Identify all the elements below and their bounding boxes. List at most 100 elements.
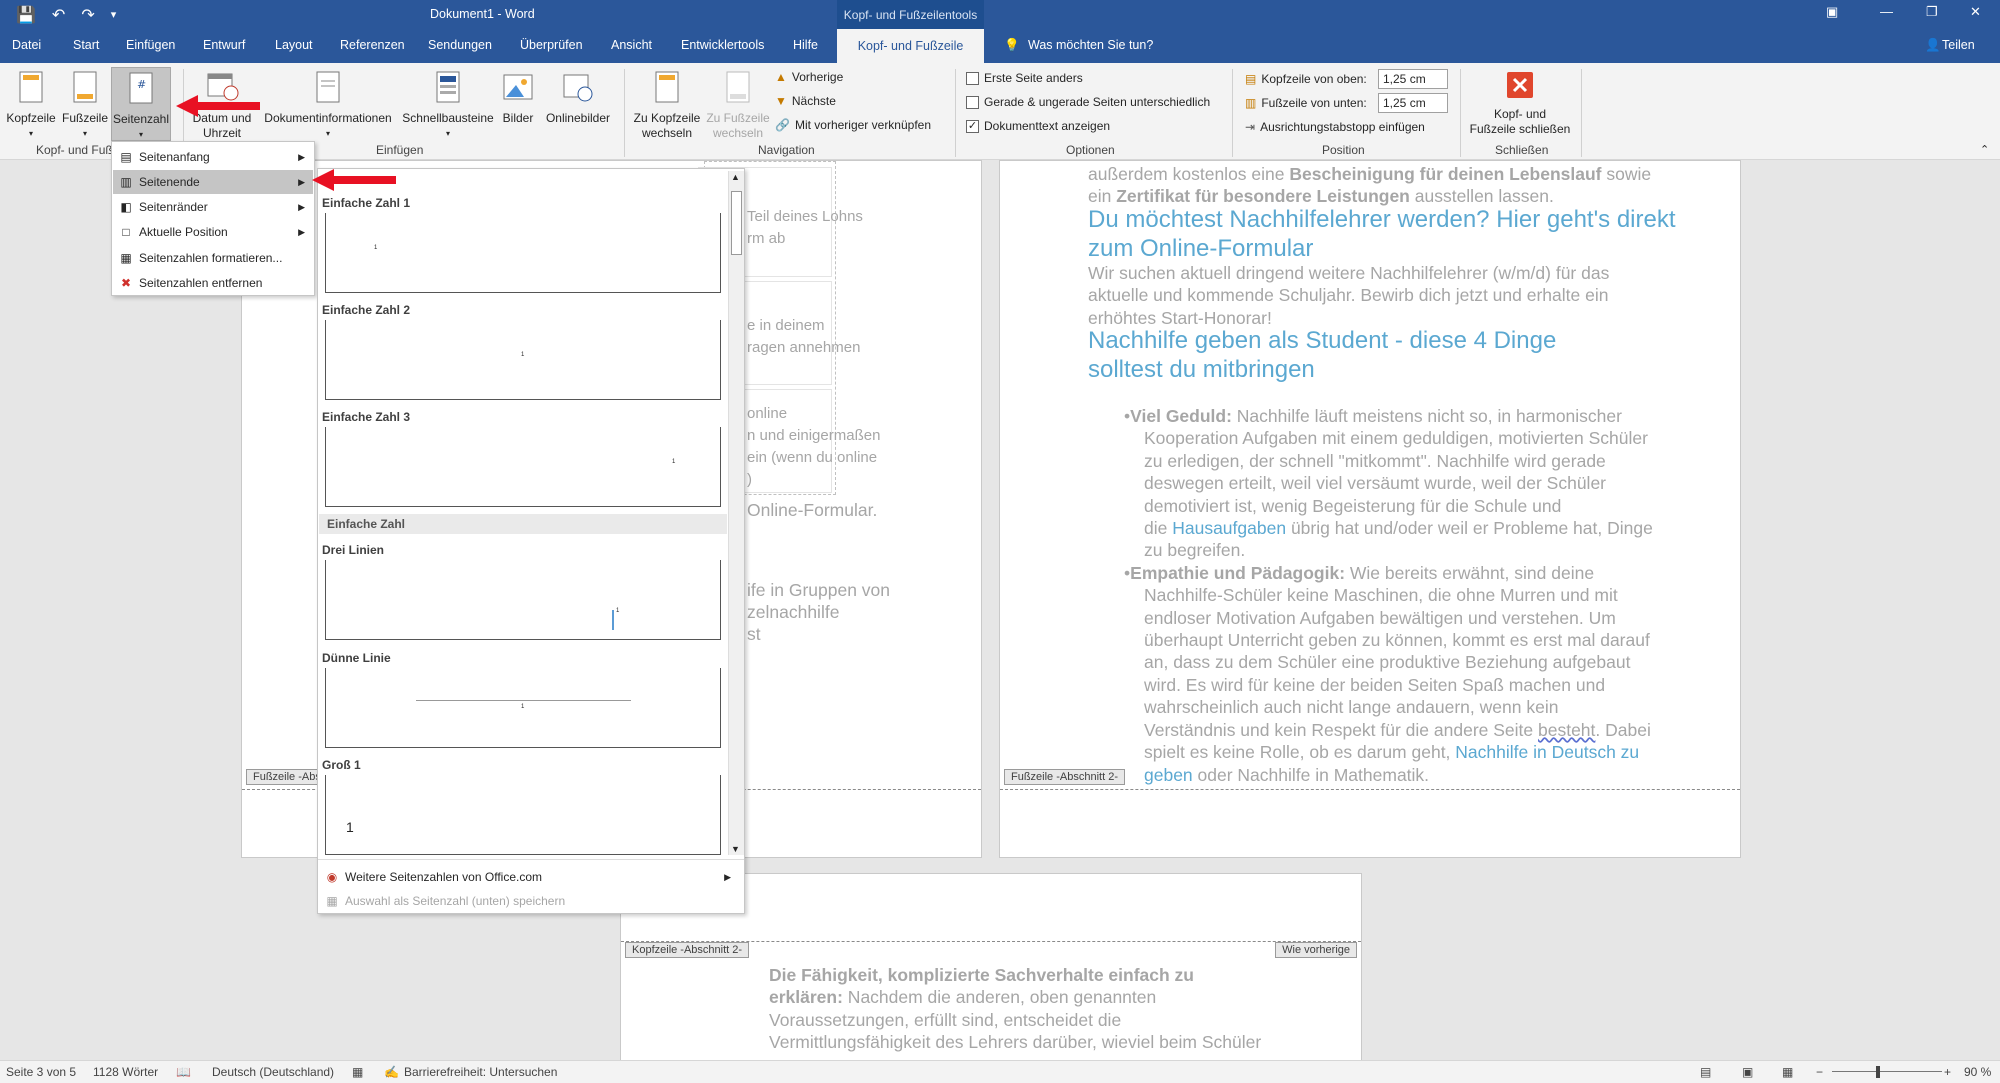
seitenzahl-button[interactable]: # Seitenzahl ▾ [111, 67, 171, 141]
tab-start[interactable]: Start [73, 38, 99, 52]
mit-vorheriger-verknuepfen-button[interactable]: 🔗 Mit vorheriger verknüpfen [775, 118, 931, 132]
format-page-number-icon: ▦ [120, 251, 132, 265]
next-icon: ▼ [775, 94, 787, 108]
proofing-icon[interactable]: 📖 [176, 1065, 191, 1079]
zoom-level[interactable]: 90 % [1964, 1065, 1991, 1079]
gerade-ungerade-checkbox[interactable]: Gerade & ungerade Seiten unterschiedlich [966, 95, 1210, 109]
heading-2: Nachhilfe geben als Student - diese 4 Di… [1088, 327, 1557, 383]
tab-entwurf[interactable]: Entwurf [203, 38, 245, 52]
macro-icon[interactable]: ▦ [352, 1065, 363, 1079]
tab-stop-icon: ⇥ [1245, 120, 1256, 134]
menu-item-aktuelle-position[interactable]: □ Aktuelle Position ▶ [113, 220, 313, 244]
dokumentinformationen-button[interactable]: Dokumentinformationen ▾ [258, 71, 398, 141]
fusszeile-von-unten-input[interactable]: 1,25 cm [1378, 93, 1448, 113]
red-arrow-annotation [312, 169, 396, 194]
group-label-kopf-fuss: Kopf- und Fuß [36, 143, 113, 157]
accessibility-icon[interactable]: ✍ [384, 1065, 399, 1079]
footer-position-icon: ▥ [1245, 96, 1257, 110]
vorherige-button[interactable]: ▲ Vorherige [775, 70, 843, 84]
page-count[interactable]: Seite 3 von 5 [6, 1065, 76, 1079]
tell-me-search[interactable]: Was möchten Sie tun? [1028, 38, 1153, 52]
gallery-item-drei-linien[interactable]: 1 [325, 560, 721, 640]
web-layout-icon[interactable]: ▦ [1782, 1065, 1793, 1079]
collapse-ribbon-icon[interactable]: ⌃ [1980, 143, 1989, 156]
menu-item-formatieren[interactable]: ▦ Seitenzahlen formatieren... [113, 246, 313, 270]
menu-item-seitenende[interactable]: ▥ Seitenende ▶ [113, 170, 313, 194]
weitere-seitenzahlen-button[interactable]: ◉ Weitere Seitenzahlen von Office.com ▶ [319, 865, 739, 889]
read-mode-icon[interactable]: ▤ [1700, 1065, 1711, 1079]
bilder-button[interactable]: Bilder [498, 71, 538, 126]
zoom-in-icon[interactable]: + [1944, 1065, 1951, 1079]
naechste-button[interactable]: ▼ Nächste [775, 94, 836, 108]
zoom-slider-thumb[interactable] [1876, 1066, 1880, 1078]
footer-icon [73, 71, 97, 103]
gallery-item-duenne-linie[interactable]: 1 [325, 668, 721, 748]
language[interactable]: Deutsch (Deutschland) [212, 1065, 334, 1079]
gallery-item-einfache-zahl-1[interactable]: 1 [325, 213, 721, 293]
tab-ueberpruefen[interactable]: Überprüfen [520, 38, 583, 52]
menu-item-entfernen[interactable]: ✖ Seitenzahlen entfernen [113, 271, 313, 295]
kopfzeile-von-oben-input[interactable]: 1,25 cm [1378, 69, 1448, 89]
gallery-category: Einfache Zahl [319, 514, 727, 534]
ribbon-display-icon[interactable]: ▣ [1826, 4, 1838, 20]
svg-text:#: # [137, 78, 146, 91]
maximize-icon[interactable]: ❐ [1926, 4, 1938, 20]
group-label-optionen: Optionen [1066, 143, 1115, 157]
gallery-scrollbar[interactable]: ▲ ▼ [728, 171, 744, 855]
page-right[interactable]: außerdem kostenlos eine Bescheinigung fü… [999, 160, 1741, 858]
zu-fusszeile-wechseln-button[interactable]: Zu Fußzeile wechseln [704, 71, 772, 141]
tab-einfuegen[interactable]: Einfügen [126, 38, 175, 52]
zoom-out-icon[interactable]: − [1816, 1065, 1823, 1079]
zu-kopfzeile-wechseln-button[interactable]: Zu Kopfzeile wechseln [630, 71, 704, 141]
share-button[interactable]: Teilen [1942, 38, 1975, 52]
print-layout-icon[interactable]: ▣ [1742, 1065, 1753, 1079]
header-section-tag: Kopfzeile -Abschnitt 2- [625, 942, 750, 958]
menu-item-seitenanfang[interactable]: ▤ Seitenanfang ▶ [113, 145, 313, 169]
save-icon[interactable]: 💾 [16, 5, 36, 25]
close-header-footer-icon [1507, 72, 1533, 98]
goto-header-icon [655, 71, 679, 103]
tab-kopf-und-fusszeile[interactable]: Kopf- und Fußzeile [837, 29, 984, 63]
schnellbausteine-button[interactable]: Schnellbausteine ▾ [398, 71, 498, 141]
close-icon[interactable]: ✕ [1970, 4, 1981, 20]
minimize-icon[interactable]: — [1880, 4, 1893, 19]
word-count[interactable]: 1128 Wörter [93, 1065, 158, 1079]
dokumenttext-anzeigen-checkbox[interactable]: ✓ Dokumenttext anzeigen [966, 119, 1110, 133]
undo-icon[interactable]: ↶ [52, 5, 65, 25]
header-icon [19, 71, 43, 103]
menu-item-seitenraender[interactable]: ◧ Seitenränder ▶ [113, 195, 313, 219]
quick-parts-icon [436, 71, 460, 103]
erste-seite-anders-checkbox[interactable]: Erste Seite anders [966, 71, 1083, 85]
customize-qat-icon[interactable]: ▾ [111, 8, 117, 21]
window-title: Dokument1 - Word [430, 7, 535, 21]
gallery-item-einfache-zahl-3[interactable]: 1 [325, 427, 721, 507]
scroll-up-icon[interactable]: ▲ [731, 172, 740, 182]
remove-page-number-icon: ✖ [120, 276, 132, 290]
tab-layout[interactable]: Layout [275, 38, 313, 52]
tab-datei[interactable]: Datei [12, 38, 41, 52]
tab-ansicht[interactable]: Ansicht [611, 38, 652, 52]
onlinebilder-button[interactable]: Onlinebilder [540, 71, 616, 126]
redo-icon[interactable]: ↷ [81, 5, 94, 25]
kopfzeile-button[interactable]: Kopfzeile ▾ [6, 71, 56, 141]
tab-sendungen[interactable]: Sendungen [428, 38, 492, 52]
fusszeile-button[interactable]: Fußzeile ▾ [60, 71, 110, 141]
gallery-item-gross-1[interactable]: 1 [325, 775, 721, 855]
accessibility-status[interactable]: Barrierefreiheit: Untersuchen [404, 1065, 557, 1079]
scroll-down-icon[interactable]: ▼ [731, 844, 740, 854]
goto-footer-icon [726, 71, 750, 103]
tab-entwicklertools[interactable]: Entwicklertools [681, 38, 764, 52]
page-top-icon: ▤ [120, 150, 132, 164]
chevron-right-icon: ▶ [298, 201, 305, 212]
chevron-right-icon: ▶ [298, 151, 305, 162]
share-icon[interactable]: 👤 [1925, 38, 1941, 53]
heading-1: Du möchtest Nachhilfelehrer werden? Hier… [1088, 206, 1676, 262]
zoom-slider[interactable] [1832, 1071, 1942, 1072]
scroll-thumb[interactable] [731, 191, 742, 255]
ausrichtungstabstopp-button[interactable]: ⇥ Ausrichtungstabstopp einfügen [1245, 120, 1425, 134]
tab-hilfe[interactable]: Hilfe [793, 38, 818, 52]
auswahl-speichern-button[interactable]: ▦ Auswahl als Seitenzahl (unten) speicher… [319, 889, 739, 913]
kopf-fusszeile-schliessen-button[interactable]: Kopf- und Fußzeile schließen [1465, 71, 1575, 137]
gallery-item-einfache-zahl-2[interactable]: 1 [325, 320, 721, 400]
tab-referenzen[interactable]: Referenzen [340, 38, 405, 52]
